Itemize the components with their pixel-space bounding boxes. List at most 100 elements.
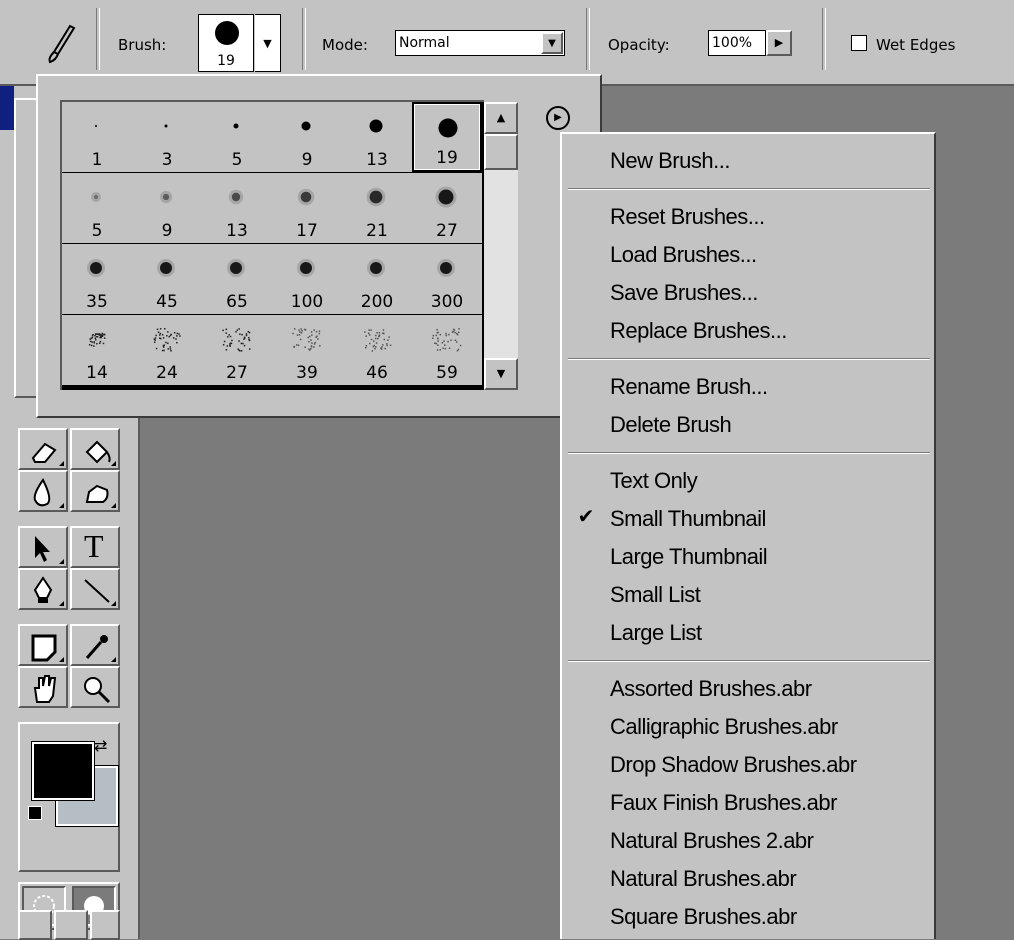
type-tool-button[interactable]: T	[70, 526, 120, 568]
brush-cell[interactable]: 59	[412, 315, 482, 385]
pen-tool-button[interactable]	[18, 568, 68, 610]
brush-tip-icon	[95, 125, 97, 127]
brush-size-label: 14	[86, 363, 108, 383]
hand-tool-button[interactable]	[18, 666, 68, 708]
menu-item-assorted-brushes[interactable]: Assorted Brushes.abr	[610, 672, 812, 706]
palette-scrollbar[interactable]: ▲ ▼	[484, 102, 518, 390]
brush-cell[interactable]: 5	[62, 173, 132, 243]
toolbar-separator	[586, 8, 590, 70]
paint-bucket-tool-button[interactable]	[70, 428, 120, 470]
brush-cell[interactable]: 200	[342, 244, 412, 314]
menu-item-new-brush[interactable]: New Brush...	[610, 144, 730, 178]
brush-cell[interactable]: 19	[412, 102, 482, 172]
brush-tip-icon	[222, 328, 251, 352]
menu-item-square-brushes[interactable]: Square Brushes.abr	[610, 900, 797, 934]
brush-cell[interactable]: 300	[412, 244, 482, 314]
brush-tip-icon	[364, 329, 392, 352]
menu-item-replace-brushes[interactable]: Replace Brushes...	[610, 314, 787, 348]
default-colors-icon[interactable]	[28, 806, 42, 820]
line-tool-button[interactable]	[70, 568, 120, 610]
menu-item-natural-brushes[interactable]: Natural Brushes.abr	[610, 862, 797, 896]
toolbar-separator	[302, 8, 306, 70]
brush-tip-icon	[366, 187, 386, 207]
brush-dropdown-arrow[interactable]: ▼	[255, 14, 281, 72]
smudge-hand-icon	[85, 484, 109, 503]
menu-item-calligraphic-brushes[interactable]: Calligraphic Brushes.abr	[610, 710, 838, 744]
screen-mode-standard-button[interactable]	[18, 910, 52, 940]
brush-cell[interactable]: 21	[342, 173, 412, 243]
menu-item-delete-brush[interactable]: Delete Brush	[610, 408, 732, 442]
screen-mode-full-button[interactable]	[90, 910, 120, 940]
eraser-tool-button[interactable]	[18, 428, 68, 470]
brush-cell[interactable]: 13	[202, 173, 272, 243]
opacity-slider-arrow-icon[interactable]: ▶	[766, 30, 792, 56]
brush-size-label: 13	[226, 221, 248, 241]
brush-cell[interactable]: 45	[132, 244, 202, 314]
palette-menu-arrow-icon[interactable]: ▶	[546, 106, 570, 130]
brush-cell[interactable]: 14	[62, 315, 132, 385]
brush-cell[interactable]: 35	[62, 244, 132, 314]
foreground-color-swatch[interactable]	[31, 741, 95, 801]
wet-edges-checkbox[interactable]	[851, 35, 867, 51]
brush-cell[interactable]: 9	[272, 102, 342, 172]
notes-tool-button[interactable]	[18, 624, 68, 666]
mode-value: Normal	[399, 35, 450, 51]
brush-cell[interactable]: 65	[202, 244, 272, 314]
brush-tip-icon	[297, 188, 315, 206]
menu-item-faux-finish-brushes[interactable]: Faux Finish Brushes.abr	[610, 786, 837, 820]
scroll-down-arrow-icon[interactable]: ▼	[484, 358, 518, 390]
screen-mode-full-menu-button[interactable]	[54, 910, 88, 940]
scroll-up-arrow-icon[interactable]: ▲	[484, 102, 518, 134]
menu-item-save-brushes[interactable]: Save Brushes...	[610, 276, 758, 310]
brush-cell[interactable]: 1	[62, 102, 132, 172]
zoom-tool-button[interactable]	[70, 666, 120, 708]
brush-size-label: 21	[366, 221, 388, 241]
smudge-tool-button[interactable]	[70, 470, 120, 512]
mode-select[interactable]: Normal ▼	[395, 30, 565, 56]
scroll-thumb[interactable]	[484, 134, 518, 170]
menu-item-small-thumbnail[interactable]: Small Thumbnail	[610, 502, 766, 536]
brush-cell[interactable]: 13	[342, 102, 412, 172]
menu-item-rename-brush[interactable]: Rename Brush...	[610, 370, 768, 404]
brush-cell[interactable]: 46	[342, 315, 412, 385]
swap-colors-icon[interactable]: ⇄	[94, 736, 107, 755]
menu-item-large-list[interactable]: Large List	[610, 616, 702, 650]
brush-cell[interactable]: 9	[132, 173, 202, 243]
brush-cell[interactable]: 17	[272, 173, 342, 243]
brush-cell[interactable]: 27	[412, 173, 482, 243]
paintbrush-tool-icon[interactable]	[40, 22, 84, 66]
brush-size-label: 1	[91, 150, 103, 170]
brush-grid: 1 3 5 9 13 19 5 9 13 17 21 27 35 45 65 100 200 300 14 24 27 3…	[60, 100, 484, 390]
brush-cell[interactable]: 5	[202, 102, 272, 172]
brush-preview[interactable]: 19	[198, 14, 254, 72]
brush-size-label: 13	[366, 150, 388, 170]
blur-tool-button[interactable]	[18, 470, 68, 512]
brush-cell[interactable]: 100	[272, 244, 342, 314]
note-icon	[31, 634, 57, 662]
paint-bucket-icon	[85, 440, 111, 464]
menu-item-natural-brushes-2[interactable]: Natural Brushes 2.abr	[610, 824, 814, 858]
brush-label: Brush:	[118, 36, 167, 54]
brush-tip-icon	[233, 123, 239, 129]
menu-item-drop-shadow-brushes[interactable]: Drop Shadow Brushes.abr	[610, 748, 857, 782]
opacity-field[interactable]: 100%	[708, 30, 766, 56]
brush-cell[interactable]: 39	[272, 315, 342, 385]
brush-size-label: 9	[301, 150, 313, 170]
brush-tip-icon	[292, 328, 321, 351]
eyedropper-tool-button[interactable]	[70, 624, 120, 666]
brush-cell[interactable]: 3	[132, 102, 202, 172]
menu-item-reset-brushes[interactable]: Reset Brushes...	[610, 200, 765, 234]
menu-item-load-brushes[interactable]: Load Brushes...	[610, 238, 757, 272]
menu-item-text-only[interactable]: Text Only	[610, 464, 698, 498]
brush-cell[interactable]: 27	[202, 315, 272, 385]
brush-tip-icon	[87, 259, 105, 277]
brush-size-label: 39	[296, 363, 318, 383]
menu-item-small-list[interactable]: Small List	[610, 578, 701, 612]
chevron-down-icon[interactable]: ▼	[541, 32, 563, 54]
menu-item-large-thumbnail[interactable]: Large Thumbnail	[610, 540, 768, 574]
selection-tool-button[interactable]	[18, 526, 68, 568]
hand-icon	[33, 675, 57, 703]
brush-cell[interactable]: 24	[132, 315, 202, 385]
mode-label: Mode:	[322, 36, 368, 54]
brush-tip-icon	[432, 328, 462, 352]
